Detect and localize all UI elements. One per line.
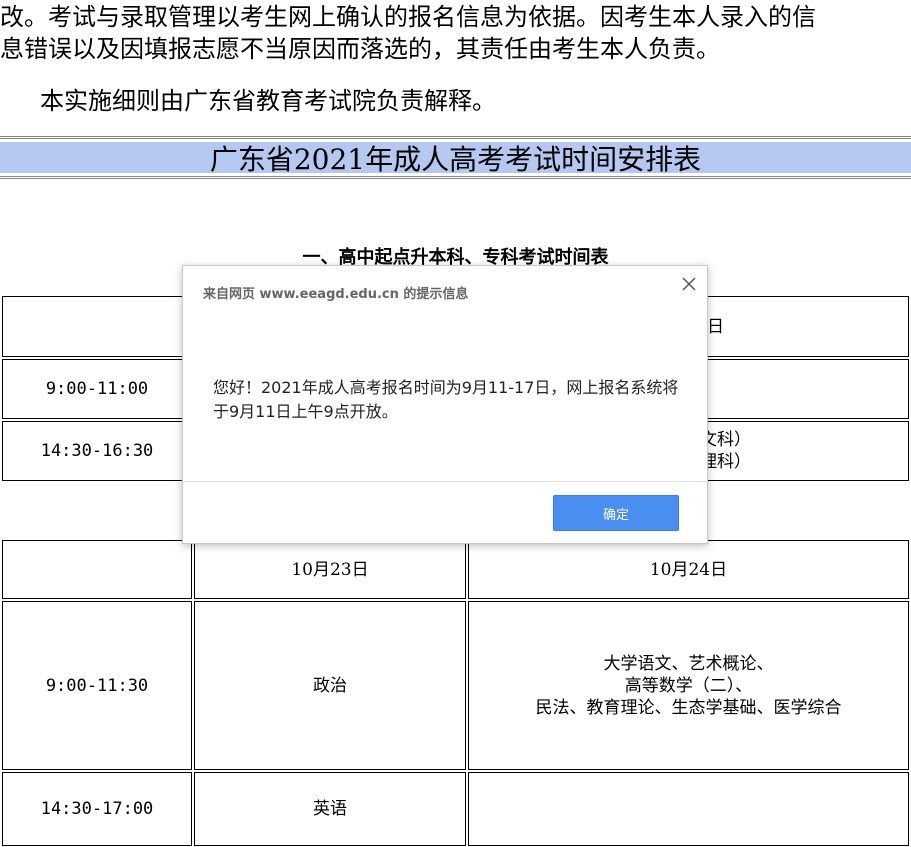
- table-subject-cell: 政治: [194, 601, 466, 770]
- table-subject-cell: [468, 772, 909, 846]
- article-text-line: 息错误以及因填报志愿不当原因而落选的，其责任由考生本人负责。: [0, 35, 720, 63]
- date-header: 10月23日: [291, 559, 369, 580]
- dialog-message: 您好！2021年成人高考报名时间为9月11-17日，网上报名系统将于9月11日上…: [213, 378, 679, 421]
- alert-dialog: 来自网页 www.eeagd.edu.cn 的提示信息 您好！2021年成人高考…: [182, 265, 708, 544]
- table-subject-cell: 英语: [194, 772, 466, 846]
- ok-button[interactable]: 确定: [553, 495, 679, 531]
- article-text-line: 改。考试与录取管理以考生网上确认的报名信息为依据。因考生本人录入的信: [0, 3, 816, 31]
- close-icon[interactable]: [682, 277, 696, 291]
- table-subject-cell: 大学语文、艺术概论、 高等数学（二）、 民法、教育理论、生态学基础、医学综合: [468, 601, 909, 770]
- table-header-cell: [2, 540, 192, 599]
- time-label: 9:00-11:00: [45, 379, 149, 399]
- close-icon[interactable]: [677, 272, 701, 296]
- subject-line: 民法、教育理论、生态学基础、医学综合: [535, 697, 842, 718]
- subject-line: 高等数学（二）、: [624, 675, 753, 696]
- schedule-title: 广东省2021年成人高考考试时间安排表: [209, 143, 702, 176]
- table-header-cell: 10月24日: [468, 540, 909, 599]
- table-time-cell: 9:00-11:00: [2, 359, 192, 419]
- subject-label: 政治: [313, 675, 347, 696]
- table-time-cell: 14:30-17:00: [2, 772, 192, 846]
- time-label: 14:30-16:30: [40, 441, 154, 461]
- time-label: 9:00-11:30: [45, 675, 149, 696]
- time-label: 14:30-17:00: [40, 799, 154, 819]
- table-cell: [2, 296, 192, 357]
- table-header-day: 日: [707, 316, 724, 337]
- table-time-cell: 14:30-16:30: [2, 421, 192, 481]
- dialog-footer-divider: [183, 481, 707, 482]
- table-time-cell: 9:00-11:30: [2, 601, 192, 770]
- subject-label: 英语: [313, 799, 347, 819]
- date-header: 10月24日: [649, 559, 728, 580]
- article-paragraph: 本实施细则由广东省教育考试院负责解释。: [40, 87, 496, 115]
- table-header-cell: 10月23日: [194, 540, 466, 599]
- dialog-title: 来自网页 www.eeagd.edu.cn 的提示信息: [203, 287, 469, 302]
- schedule-title-band: 广东省2021年成人高考考试时间安排表: [0, 136, 911, 179]
- subject-line: 大学语文、艺术概论、: [603, 653, 774, 674]
